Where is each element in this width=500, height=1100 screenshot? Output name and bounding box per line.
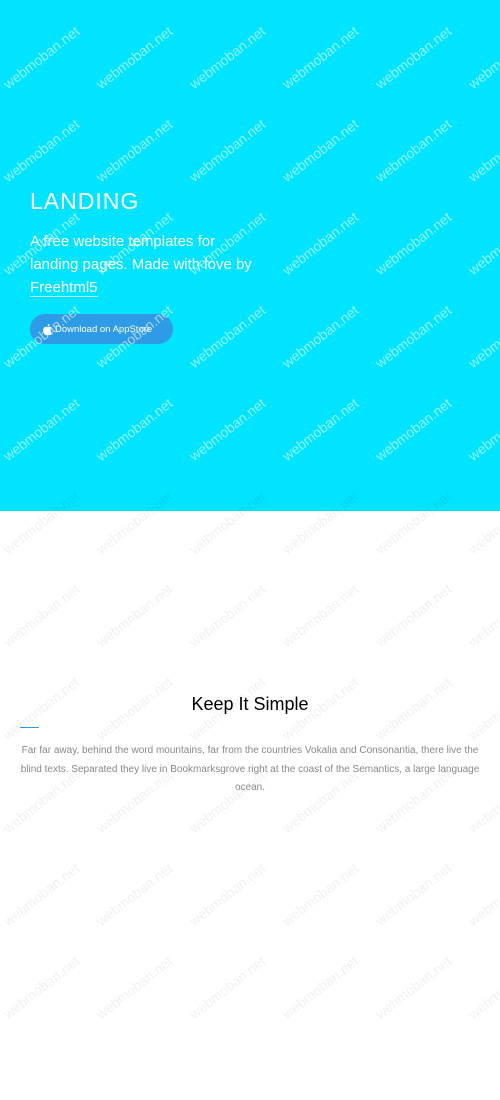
hero-tagline: A free website templates for landing pag… (30, 230, 260, 299)
download-appstore-button[interactable]: Download on AppStore (30, 314, 173, 344)
hero-tagline-text: A free website templates for landing pag… (30, 233, 252, 273)
hero-section: LANDING A free website templates for lan… (0, 0, 500, 511)
keep-it-simple-section: Keep It Simple Far far away, behind the … (0, 511, 500, 1100)
feature-description: Far far away, behind the word mountains,… (20, 745, 480, 793)
freehtml5-link[interactable]: Freehtml5 (30, 279, 98, 297)
feature-title: Keep It Simple (191, 694, 309, 714)
download-button-label: Download on AppStore (55, 323, 153, 335)
hero-content: LANDING A free website templates for lan… (30, 186, 270, 299)
landing-page: LANDING A free website templates for lan… (0, 0, 500, 1100)
apple-icon (43, 323, 52, 335)
feature-divider (20, 727, 39, 728)
hero-title: LANDING (30, 188, 140, 214)
